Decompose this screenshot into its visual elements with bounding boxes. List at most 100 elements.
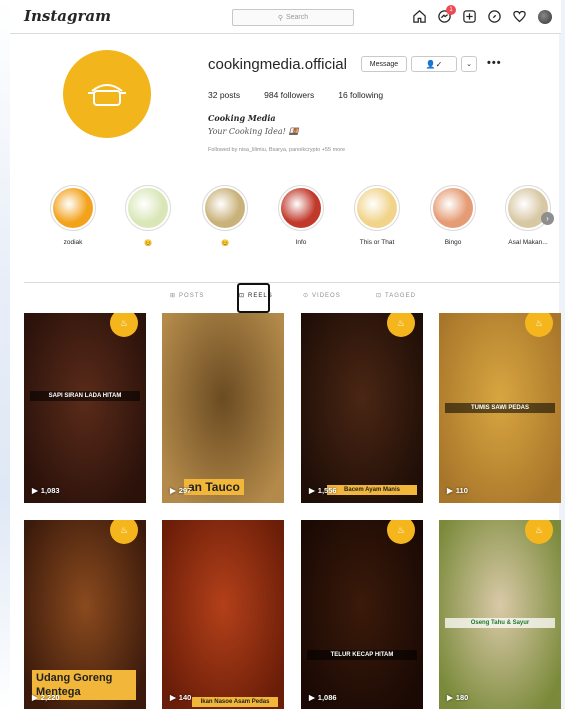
heart-icon[interactable] bbox=[511, 8, 528, 25]
profile-avatar-icon[interactable] bbox=[536, 8, 553, 25]
tab-posts[interactable]: ⊞ POSTS bbox=[170, 292, 205, 300]
highlight-ring bbox=[202, 185, 248, 231]
highlight-ring bbox=[278, 185, 324, 231]
view-count-value: 297 bbox=[178, 486, 192, 495]
search-input[interactable]: ⚲ Search bbox=[232, 9, 354, 26]
reel-post[interactable]: an Tauco ▶ 297 bbox=[162, 313, 284, 503]
highlight-ring bbox=[50, 185, 96, 231]
grid-icon: ⊞ bbox=[170, 293, 177, 299]
highlight-label: Info bbox=[295, 239, 307, 246]
view-count: ▶ 180 bbox=[447, 693, 468, 702]
profile-username: cookingmedia.official bbox=[208, 56, 347, 73]
story-highlights: zodiak 😊 😊 Info This or That Bingo Asal … bbox=[48, 185, 558, 255]
reel-caption: Ikan Nasoe Asam Pedas bbox=[192, 697, 278, 707]
reel-thumbnail bbox=[162, 313, 284, 503]
profile-picture[interactable] bbox=[63, 50, 151, 138]
reel-post[interactable]: ♨ TELUR KECAP HITAM ▶ 1,086 bbox=[301, 520, 423, 709]
reel-caption: an Tauco bbox=[184, 479, 244, 495]
play-icon: ▶ bbox=[447, 693, 453, 702]
avatar bbox=[537, 9, 552, 24]
reel-caption: Oseng Tahu & Sayur bbox=[445, 618, 555, 628]
highlight-item[interactable]: Bingo bbox=[428, 185, 478, 246]
highlight-item[interactable]: zodiak bbox=[48, 185, 98, 246]
view-count: ▶ 1,083 bbox=[32, 486, 60, 495]
highlight-ring bbox=[125, 185, 171, 231]
reel-post[interactable]: ♨ SAPI SIRAN LADA HITAM ▶ 1,083 bbox=[24, 313, 146, 503]
view-count-value: 140 bbox=[178, 693, 192, 702]
play-icon: ▶ bbox=[170, 693, 176, 702]
play-icon: ▶ bbox=[309, 486, 315, 495]
view-count-value: 110 bbox=[455, 486, 468, 495]
highlight-label: 😊 bbox=[220, 240, 230, 247]
profile-full-name: Cooking Media bbox=[208, 113, 276, 123]
highlight-item[interactable]: This or That bbox=[352, 185, 402, 246]
play-icon: ▶ bbox=[32, 693, 38, 702]
highlight-ring bbox=[430, 185, 476, 231]
suggested-dropdown-button[interactable]: ⌄ bbox=[461, 56, 477, 72]
profile-bio: Your Cooking Idea! 🍱 bbox=[208, 127, 299, 136]
following-count[interactable]: 16 following bbox=[338, 90, 383, 100]
view-count: ▶ 1,086 bbox=[309, 693, 337, 702]
tab-videos[interactable]: ⊙ VIDEOS bbox=[303, 292, 341, 300]
highlight-label: 😊 bbox=[143, 240, 153, 247]
view-count: ▶ 1,556 bbox=[309, 486, 337, 495]
reel-thumbnail bbox=[301, 313, 423, 503]
followed-by-text[interactable]: Followed by nisa_lilimiu, Bsarya, panoik… bbox=[208, 147, 345, 153]
view-count-value: 2,220 bbox=[40, 693, 60, 702]
play-icon: ▶ bbox=[309, 693, 315, 702]
reel-thumbnail bbox=[439, 520, 561, 709]
followers-count[interactable]: 984 followers bbox=[264, 90, 314, 100]
highlight-item[interactable]: Info bbox=[276, 185, 326, 246]
explore-icon[interactable] bbox=[486, 8, 503, 25]
reel-caption: Bacem Ayam Manis bbox=[327, 485, 417, 495]
reel-post[interactable]: ♨ Oseng Tahu & Sayur ▶ 180 bbox=[439, 520, 561, 709]
highlight-cover bbox=[53, 188, 93, 228]
highlight-label: Asal Makan... bbox=[508, 239, 548, 246]
view-count: ▶ 110 bbox=[447, 486, 468, 495]
messenger-icon[interactable]: 1 bbox=[436, 5, 456, 25]
view-count-value: 1,556 bbox=[317, 486, 337, 495]
highlight-item[interactable]: 😊 bbox=[200, 185, 250, 247]
reel-post[interactable]: ♨ Bacem Ayam Manis ▶ 1,556 bbox=[301, 313, 423, 503]
view-count-value: 180 bbox=[455, 693, 469, 702]
tab-tagged[interactable]: ⊡ TAGGED bbox=[376, 292, 416, 300]
tab-label: POSTS bbox=[179, 292, 205, 299]
following-button[interactable]: 👤✓ bbox=[411, 56, 457, 72]
reel-post[interactable]: ♨ TUMIS SAWI PEDAS ▶ 110 bbox=[439, 313, 561, 503]
profile-stats: 32 posts 984 followers 16 following bbox=[208, 90, 383, 100]
play-icon: ▶ bbox=[32, 486, 38, 495]
user-check-icon: 👤✓ bbox=[425, 59, 443, 69]
cooking-pot-icon bbox=[84, 77, 130, 111]
tab-label: VIDEOS bbox=[312, 292, 341, 299]
search-placeholder: Search bbox=[285, 14, 309, 21]
reel-thumbnail bbox=[162, 520, 284, 709]
highlight-cover bbox=[357, 188, 397, 228]
new-post-icon[interactable] bbox=[461, 8, 478, 25]
video-icon: ⊙ bbox=[303, 293, 310, 299]
view-count-value: 1,083 bbox=[40, 486, 60, 495]
notification-badge: 1 bbox=[446, 5, 456, 15]
reel-post[interactable]: ♨ Udang Goreng Mentega ▶ 2,220 bbox=[24, 520, 146, 709]
highlight-cover bbox=[433, 188, 473, 228]
chevron-right-icon[interactable]: › bbox=[541, 212, 554, 225]
highlight-label: Bingo bbox=[444, 239, 462, 246]
highlight-label: zodiak bbox=[63, 239, 83, 246]
view-count-value: 1,086 bbox=[317, 693, 337, 702]
home-icon[interactable] bbox=[411, 8, 428, 25]
tag-icon: ⊡ bbox=[376, 293, 383, 299]
reel-caption: TELUR KECAP HITAM bbox=[307, 650, 417, 660]
highlight-item[interactable]: 😊 bbox=[123, 185, 173, 247]
tab-label: TAGGED bbox=[385, 292, 416, 299]
nav-icons: 1 bbox=[411, 5, 553, 25]
instagram-logo[interactable]: Instagram bbox=[24, 7, 111, 25]
reel-thumbnail bbox=[24, 313, 146, 503]
highlight-label: This or That bbox=[359, 239, 395, 246]
highlight-cover bbox=[128, 188, 168, 228]
highlight-ring bbox=[354, 185, 400, 231]
message-button[interactable]: Message bbox=[361, 56, 407, 72]
highlight-cover bbox=[281, 188, 321, 228]
profile-tabs: ⊞ POSTS ⊡ REELS ⊙ VIDEOS ⊡ TAGGED bbox=[24, 283, 560, 311]
options-icon[interactable]: ••• bbox=[487, 57, 502, 69]
reel-post[interactable]: Ikan Nasoe Asam Pedas ▶ 140 bbox=[162, 520, 284, 709]
chevron-down-icon: ⌄ bbox=[466, 61, 472, 68]
